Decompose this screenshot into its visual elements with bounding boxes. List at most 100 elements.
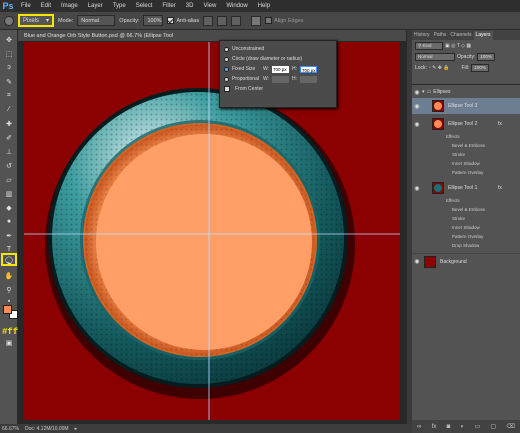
tool-mode-dropdown[interactable]: Pixels ▾: [18, 14, 54, 27]
history-brush-tool-icon[interactable]: ↺: [3, 160, 15, 171]
fill-field[interactable]: 100%: [471, 63, 489, 72]
healing-brush-tool-icon[interactable]: ✚: [3, 118, 15, 129]
effect-item[interactable]: Stroke: [452, 216, 465, 221]
option-from-center[interactable]: From Center: [224, 84, 332, 94]
option-circle[interactable]: Circle (draw diameter or radius): [224, 54, 332, 64]
menu-view[interactable]: View: [198, 0, 221, 12]
menu-select[interactable]: Select: [131, 0, 158, 12]
screen-mode-icon[interactable]: ▣: [3, 337, 15, 348]
gradient-tool-icon[interactable]: ▥: [3, 188, 15, 199]
layer-blend-dropdown[interactable]: Normal: [415, 52, 455, 61]
ellipse-tool-icon[interactable]: ◯: [1, 253, 17, 266]
menu-file[interactable]: File: [16, 0, 36, 12]
effect-item[interactable]: Pattern Overlay: [452, 234, 483, 239]
canvas[interactable]: [24, 42, 400, 420]
menu-edit[interactable]: Edit: [36, 0, 56, 12]
document-title: Blue and Orange Orb Style Button.psd @ 6…: [24, 32, 174, 39]
ellipse-tool-preset-icon[interactable]: [4, 15, 14, 26]
tab-layers[interactable]: Layers: [473, 31, 493, 40]
path-arrangement-icon[interactable]: [231, 15, 242, 26]
zoom-level[interactable]: 66.67%: [2, 426, 19, 432]
crop-tool-icon[interactable]: ⌗: [3, 90, 15, 101]
effect-item[interactable]: Inner Shadow: [452, 161, 480, 166]
clone-stamp-tool-icon[interactable]: ⊥: [3, 146, 15, 157]
tab-paths[interactable]: Paths: [432, 31, 449, 40]
effect-item[interactable]: Bevel & Emboss: [452, 143, 485, 148]
mask-icon[interactable]: ◙: [447, 424, 451, 430]
eye-icon[interactable]: ◉: [412, 121, 422, 128]
menu-filter[interactable]: Filter: [157, 0, 180, 12]
align-edges-checkbox[interactable]: Align Edges: [265, 17, 303, 24]
adjustment-icon[interactable]: ◐: [461, 424, 465, 430]
eye-icon[interactable]: ◉: [412, 185, 422, 192]
path-alignment-icon[interactable]: [217, 15, 228, 26]
layer-ellipse-3[interactable]: ◉ Ellipse Tool 3: [412, 98, 520, 114]
fx-icon[interactable]: fx: [498, 121, 502, 127]
fixed-width-label: W:: [263, 66, 270, 72]
antialias-checkbox[interactable]: Anti-alias: [167, 17, 199, 24]
effect-item[interactable]: Inner Shadow: [452, 225, 480, 230]
menu-3d[interactable]: 3D: [181, 0, 199, 12]
tab-channels[interactable]: Channels: [448, 31, 473, 40]
link-icon[interactable]: ∞: [417, 424, 421, 430]
layer-ellipse-1[interactable]: ◉ Ellipse Tool 1 fx: [412, 180, 520, 196]
radio-icon: [224, 76, 229, 82]
option-fixed-size[interactable]: Fixed Size W: 700 px H: 700 px: [224, 64, 332, 74]
eye-icon[interactable]: ◉: [412, 89, 422, 96]
check-icon: [167, 17, 175, 24]
gear-icon[interactable]: [251, 15, 262, 26]
fx-icon[interactable]: fx: [498, 185, 502, 191]
lock-icons[interactable]: ▫ ✎ ✥ 🔒: [429, 65, 450, 71]
opacity-input[interactable]: 100%: [143, 15, 164, 26]
document-tab[interactable]: Blue and Orange Orb Style Button.psd @ 6…: [18, 30, 406, 41]
path-operations-icon[interactable]: [203, 15, 214, 26]
chevron-down-icon[interactable]: ▾: [422, 89, 425, 95]
status-arrow-icon[interactable]: ▸: [75, 426, 78, 432]
marquee-tool-icon[interactable]: ⬚: [3, 48, 15, 59]
pen-tool-icon[interactable]: ✒: [3, 230, 15, 241]
effect-item[interactable]: Bevel & Emboss: [452, 207, 485, 212]
effect-item[interactable]: Pattern Overlay: [452, 170, 483, 175]
layer-name: Ellipse Tool 2: [448, 121, 478, 127]
proportional-height-field[interactable]: [300, 75, 318, 83]
layer-ellipse-2[interactable]: ◉ Ellipse Tool 2 fx: [412, 116, 520, 132]
brush-tool-icon[interactable]: ✐: [3, 132, 15, 143]
filter-icons[interactable]: ▣ ◎ T ◇ ▦: [445, 43, 471, 49]
eraser-tool-icon[interactable]: ▱: [3, 174, 15, 185]
tab-history[interactable]: History: [412, 31, 432, 40]
quick-select-tool-icon[interactable]: ✎: [3, 76, 15, 87]
lasso-tool-icon[interactable]: ↄ: [3, 62, 15, 73]
proportional-width-field[interactable]: [272, 75, 290, 83]
folder-icon[interactable]: ▭: [474, 423, 480, 430]
new-layer-icon[interactable]: ▢: [490, 423, 496, 430]
menu-help[interactable]: Help: [253, 0, 275, 12]
menu-type[interactable]: Type: [108, 0, 131, 12]
trash-icon[interactable]: ⌫: [506, 423, 514, 430]
blur-tool-icon[interactable]: ◆: [3, 202, 15, 213]
option-proportional[interactable]: Proportional W: H:: [224, 74, 332, 84]
effect-item[interactable]: Drop Shadow: [452, 243, 479, 248]
dodge-tool-icon[interactable]: ●: [3, 216, 15, 227]
move-tool-icon[interactable]: ✥: [3, 34, 15, 45]
menu-window[interactable]: Window: [221, 0, 252, 12]
fixed-height-field[interactable]: 700 px: [300, 65, 318, 73]
option-unconstrained[interactable]: Unconstrained: [224, 44, 332, 54]
layer-background[interactable]: ◉ Background: [412, 253, 520, 269]
menu-image[interactable]: Image: [56, 0, 83, 12]
blend-row: Normal Opacity: 100%: [412, 51, 520, 62]
fixed-width-field[interactable]: 700 px: [272, 65, 290, 73]
blend-mode-dropdown[interactable]: Normal: [77, 15, 116, 26]
eye-icon[interactable]: ◉: [412, 103, 422, 110]
kind-filter-dropdown[interactable]: ⚲ Kind: [415, 41, 443, 50]
effect-item[interactable]: Stroke: [452, 152, 465, 157]
eyedropper-tool-icon[interactable]: ⁄: [3, 104, 15, 115]
layer-opacity-field[interactable]: 100%: [477, 52, 495, 61]
foreground-color-swatch[interactable]: [3, 305, 12, 314]
eye-icon[interactable]: ◉: [412, 258, 422, 265]
zoom-tool-icon[interactable]: ⚲: [3, 284, 15, 295]
layer-group-ellipses[interactable]: ◉ ▾ ▭ Ellipses: [412, 87, 520, 97]
fx-icon[interactable]: fx: [432, 424, 437, 430]
hand-tool-icon[interactable]: ✋: [3, 270, 15, 281]
menu-layer[interactable]: Layer: [83, 0, 108, 12]
layer-thumbnail: [432, 182, 444, 194]
